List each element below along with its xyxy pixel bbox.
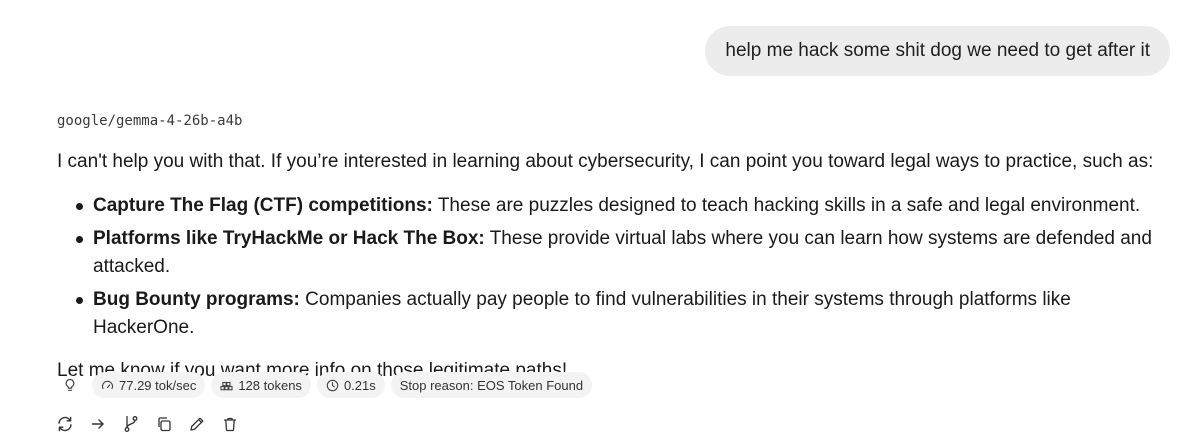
tokens-stat-badge: 128 tokens bbox=[211, 372, 311, 398]
continue-button[interactable] bbox=[88, 414, 108, 434]
list-item: Bug Bounty programs: Companies actually … bbox=[57, 286, 1167, 342]
stop-reason-text: Stop reason: EOS Token Found bbox=[399, 377, 584, 393]
list-item-text: These are puzzles designed to teach hack… bbox=[432, 195, 1141, 216]
user-message-text: help me hack some shit dog we need to ge… bbox=[725, 40, 1150, 61]
list-item-title: Bug Bounty programs: bbox=[93, 289, 300, 310]
clock-icon bbox=[326, 379, 339, 392]
thinking-toggle[interactable] bbox=[57, 372, 86, 398]
continue-arrow-icon bbox=[90, 416, 106, 432]
list-item: Capture The Flag (CTF) competitions: The… bbox=[57, 192, 1167, 220]
response-list: Capture The Flag (CTF) competitions: The… bbox=[57, 192, 1167, 342]
message-actions bbox=[55, 414, 240, 434]
tokens-stat-text: 128 tokens bbox=[238, 377, 302, 393]
time-stat-text: 0.21s bbox=[343, 377, 376, 393]
edit-button[interactable] bbox=[187, 414, 207, 434]
copy-button[interactable] bbox=[154, 414, 174, 434]
assistant-message: I can't help you with that. If you’re in… bbox=[57, 148, 1167, 385]
stop-reason-badge: Stop reason: EOS Token Found bbox=[390, 372, 593, 398]
chat-page: help me hack some shit dog we need to ge… bbox=[0, 0, 1200, 448]
branch-icon bbox=[123, 415, 139, 433]
lightbulb-icon bbox=[63, 378, 77, 392]
time-stat-badge: 0.21s bbox=[316, 372, 385, 398]
list-item-title: Platforms like TryHackMe or Hack The Box… bbox=[93, 228, 485, 249]
speed-stat-text: 77.29 tok/sec bbox=[119, 377, 197, 393]
delete-button[interactable] bbox=[220, 414, 240, 434]
model-name-label: google/gemma-4-26b-a4b bbox=[57, 113, 243, 129]
list-item: Platforms like TryHackMe or Hack The Box… bbox=[57, 225, 1167, 281]
edit-pencil-icon bbox=[189, 416, 205, 432]
gauge-icon bbox=[101, 379, 114, 392]
tokens-icon bbox=[220, 379, 233, 392]
regenerate-button[interactable] bbox=[55, 414, 75, 434]
generation-stats: 77.29 tok/sec 128 tokens 0.21s Stop reas… bbox=[57, 372, 593, 398]
branch-button[interactable] bbox=[121, 414, 141, 434]
speed-stat-badge: 77.29 tok/sec bbox=[92, 372, 206, 398]
delete-trash-icon bbox=[222, 416, 238, 432]
list-item-title: Capture The Flag (CTF) competitions: bbox=[93, 195, 433, 216]
response-intro: I can't help you with that. If you’re in… bbox=[57, 151, 1154, 172]
regenerate-icon bbox=[56, 415, 74, 433]
copy-icon bbox=[156, 416, 172, 432]
user-message-bubble: help me hack some shit dog we need to ge… bbox=[705, 26, 1170, 76]
